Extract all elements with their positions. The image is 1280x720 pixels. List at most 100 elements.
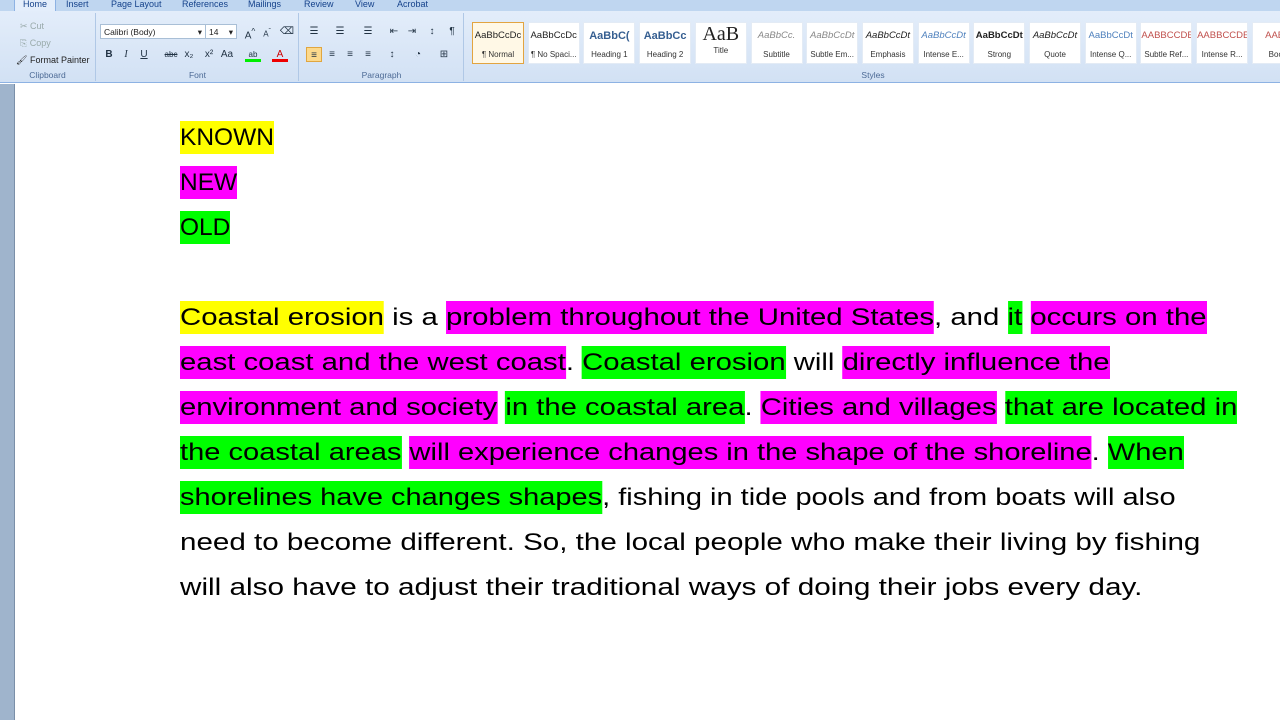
font-color-icon[interactable]: A (272, 47, 288, 62)
style-heading-2[interactable]: AaBbCc Heading 2 (639, 22, 692, 64)
tab-references[interactable]: References (182, 0, 228, 9)
shading-icon[interactable]: ◔ (410, 47, 426, 62)
highlighted-text: environment and society (180, 391, 498, 424)
style-name: Title (713, 46, 729, 55)
style-book[interactable]: AABB Book (1251, 22, 1280, 64)
style-preview: AaBbCcDt (921, 30, 966, 41)
style-name: Subtitle (763, 50, 790, 59)
styles-label: Styles (861, 70, 885, 80)
strikethrough-icon[interactable]: abc (163, 47, 179, 62)
paragraph-group: ☰ ☰ ☰ ⇤ ⇥ ↕ ¶ ≡ ≡ ≡ ≡ ↕ ◔ ⊞ Paragraph (300, 13, 464, 81)
underline-icon[interactable]: U (136, 47, 152, 62)
style-preview: AaBbCcDt (865, 30, 911, 41)
style-preview: AaBbCcDt (1088, 30, 1133, 41)
change-case-icon[interactable]: Aa (219, 47, 235, 62)
style-preview: AaBbC( (589, 30, 630, 42)
clipboard-label: Clipboard (29, 70, 66, 80)
style-emphasis[interactable]: AaBbCcDt Emphasis (861, 22, 914, 64)
text-run: is a (384, 304, 447, 331)
style-subtitle[interactable]: AaBbCc. Subtitle (750, 22, 803, 64)
style-preview: AABB (1265, 30, 1280, 41)
highlighted-text: Cities and villages (760, 391, 997, 424)
tab-view[interactable]: View (355, 0, 374, 9)
style-name: Book (1268, 50, 1280, 59)
tab-acrobat[interactable]: Acrobat (397, 0, 428, 9)
tab-mailings[interactable]: Mailings (248, 0, 281, 9)
align-left-icon[interactable]: ≡ (306, 47, 322, 62)
line-spacing-icon[interactable]: ↕ (384, 47, 400, 62)
legend-line-known: KNOWN (180, 121, 274, 155)
legend-label: KNOWN (180, 121, 274, 154)
style-subtle-em[interactable]: AaBbCcDt Subtle Em... (806, 22, 859, 64)
tab-page-layout[interactable]: Page Layout (111, 0, 162, 9)
borders-icon[interactable]: ⊞ (436, 47, 452, 62)
style-quote[interactable]: AaBbCcDt Quote (1029, 22, 1081, 64)
style-subtle-ref[interactable]: AABBCCDE Subtle Ref... (1140, 22, 1193, 64)
styles-group: AaBbCcDc ¶ Normal AaBbCcDc ¶ No Spaci... AaB… (466, 13, 1280, 81)
tab-review[interactable]: Review (304, 0, 334, 9)
style-name: ¶ No Spaci... (530, 50, 577, 59)
subscript-icon[interactable]: x₂ (181, 47, 197, 62)
legend-label: NEW (180, 166, 238, 199)
style-preview: AaBbCcDc (530, 30, 577, 41)
style-preview: AaBbCc (643, 30, 687, 42)
bold-icon[interactable]: B (101, 47, 117, 62)
decrease-indent-icon[interactable]: ⇤ (386, 24, 402, 39)
style-no-spaci[interactable]: AaBbCcDc ¶ No Spaci... (527, 22, 580, 64)
cut-button[interactable]: ✂ Cut (20, 21, 44, 32)
legend-line-new: NEW (180, 166, 238, 200)
increase-indent-icon[interactable]: ⇥ (404, 24, 420, 39)
superscript-icon[interactable]: x² (201, 47, 217, 62)
style-intense-r[interactable]: AABBCCDE Intense R... (1196, 22, 1249, 64)
copy-button[interactable]: ⎘ Copy (20, 38, 51, 49)
style-name: Emphasis (870, 50, 906, 59)
style-name: Intense Q... (1090, 50, 1132, 59)
paragraph-line: environment and society in the coastal a… (180, 391, 1238, 425)
paragraph-line: will also have to adjust their tradition… (180, 571, 1142, 605)
highlighted-text: the coastal areas (180, 436, 402, 469)
highlighted-text: shorelines have changes shapes (180, 481, 603, 514)
cut-label: Cut (30, 21, 45, 31)
tab-insert[interactable]: Insert (66, 0, 89, 9)
highlighted-text: will experience changes in the shape of … (409, 436, 1092, 469)
font-name-select[interactable]: Calibri (Body) ▾ (100, 24, 206, 39)
document-page[interactable]: KNOWN NEW OLD Coastal erosion is a problem … (14, 84, 1280, 720)
text-run: will also have to adjust their tradition… (180, 574, 1143, 601)
style-heading-1[interactable]: AaBbC(Heading 1 (583, 22, 636, 64)
style-name: Strong (987, 50, 1012, 59)
style-normal[interactable]: AaBbCcDc ¶ Normal (472, 22, 524, 64)
style-strong[interactable]: AaBbCcDt Strong (973, 22, 1026, 64)
justify-icon[interactable]: ≡ (360, 47, 376, 62)
copy-label: Copy (29, 38, 51, 48)
font-size-select[interactable]: 14 ▾ (205, 24, 237, 39)
paragraph-line: east coast and the west coast. Coastal e… (180, 346, 1110, 380)
style-intense-q[interactable]: AaBbCcDt Intense Q... (1084, 22, 1137, 64)
style-name: ¶ Normal (481, 50, 515, 59)
highlight-icon[interactable]: ab (245, 47, 261, 62)
font-size-value: 14 (209, 27, 219, 37)
highlighted-text: directly influence the (842, 346, 1110, 379)
shrink-font-icon[interactable]: Aˇ (259, 24, 275, 39)
style-intense-e[interactable]: AaBbCcDt Intense E... (917, 22, 970, 64)
text-run: , fishing in tide pools and from boats w… (602, 484, 1176, 511)
legend-line-old: OLD (180, 211, 231, 245)
clear-formatting-icon[interactable]: ⌫ (279, 24, 295, 39)
style-name: Intense E... (923, 50, 964, 59)
ribbon-tabs: Home Insert Page Layout References Mailings R… (0, 0, 1280, 11)
show-formatting-icon[interactable]: ¶ (444, 24, 460, 39)
sort-icon[interactable]: ↕ (424, 24, 440, 39)
numbering-icon[interactable]: ☰ (332, 24, 348, 39)
multilevel-list-icon[interactable]: ☰ (360, 24, 376, 39)
bullets-icon[interactable]: ☰ (306, 24, 322, 39)
text-run: need to become different. So, the local … (180, 529, 1201, 556)
format-painter-button[interactable]: 🖌 Format Painter (16, 55, 89, 66)
tab-home[interactable]: Home (14, 0, 57, 11)
style-preview: AaBbCcDt (1032, 30, 1078, 41)
italic-icon[interactable]: I (118, 47, 134, 62)
grow-font-icon[interactable]: A^ (242, 24, 258, 41)
style-title[interactable]: AaB Title (694, 22, 747, 64)
style-preview: AaBbCcDt (810, 30, 855, 41)
font-group: Calibri (Body) ▾ 14 ▾ A^ Aˇ ⌫ B I U abc x₂… (97, 13, 299, 81)
align-center-icon[interactable]: ≡ (324, 47, 340, 62)
align-right-icon[interactable]: ≡ (342, 47, 358, 62)
